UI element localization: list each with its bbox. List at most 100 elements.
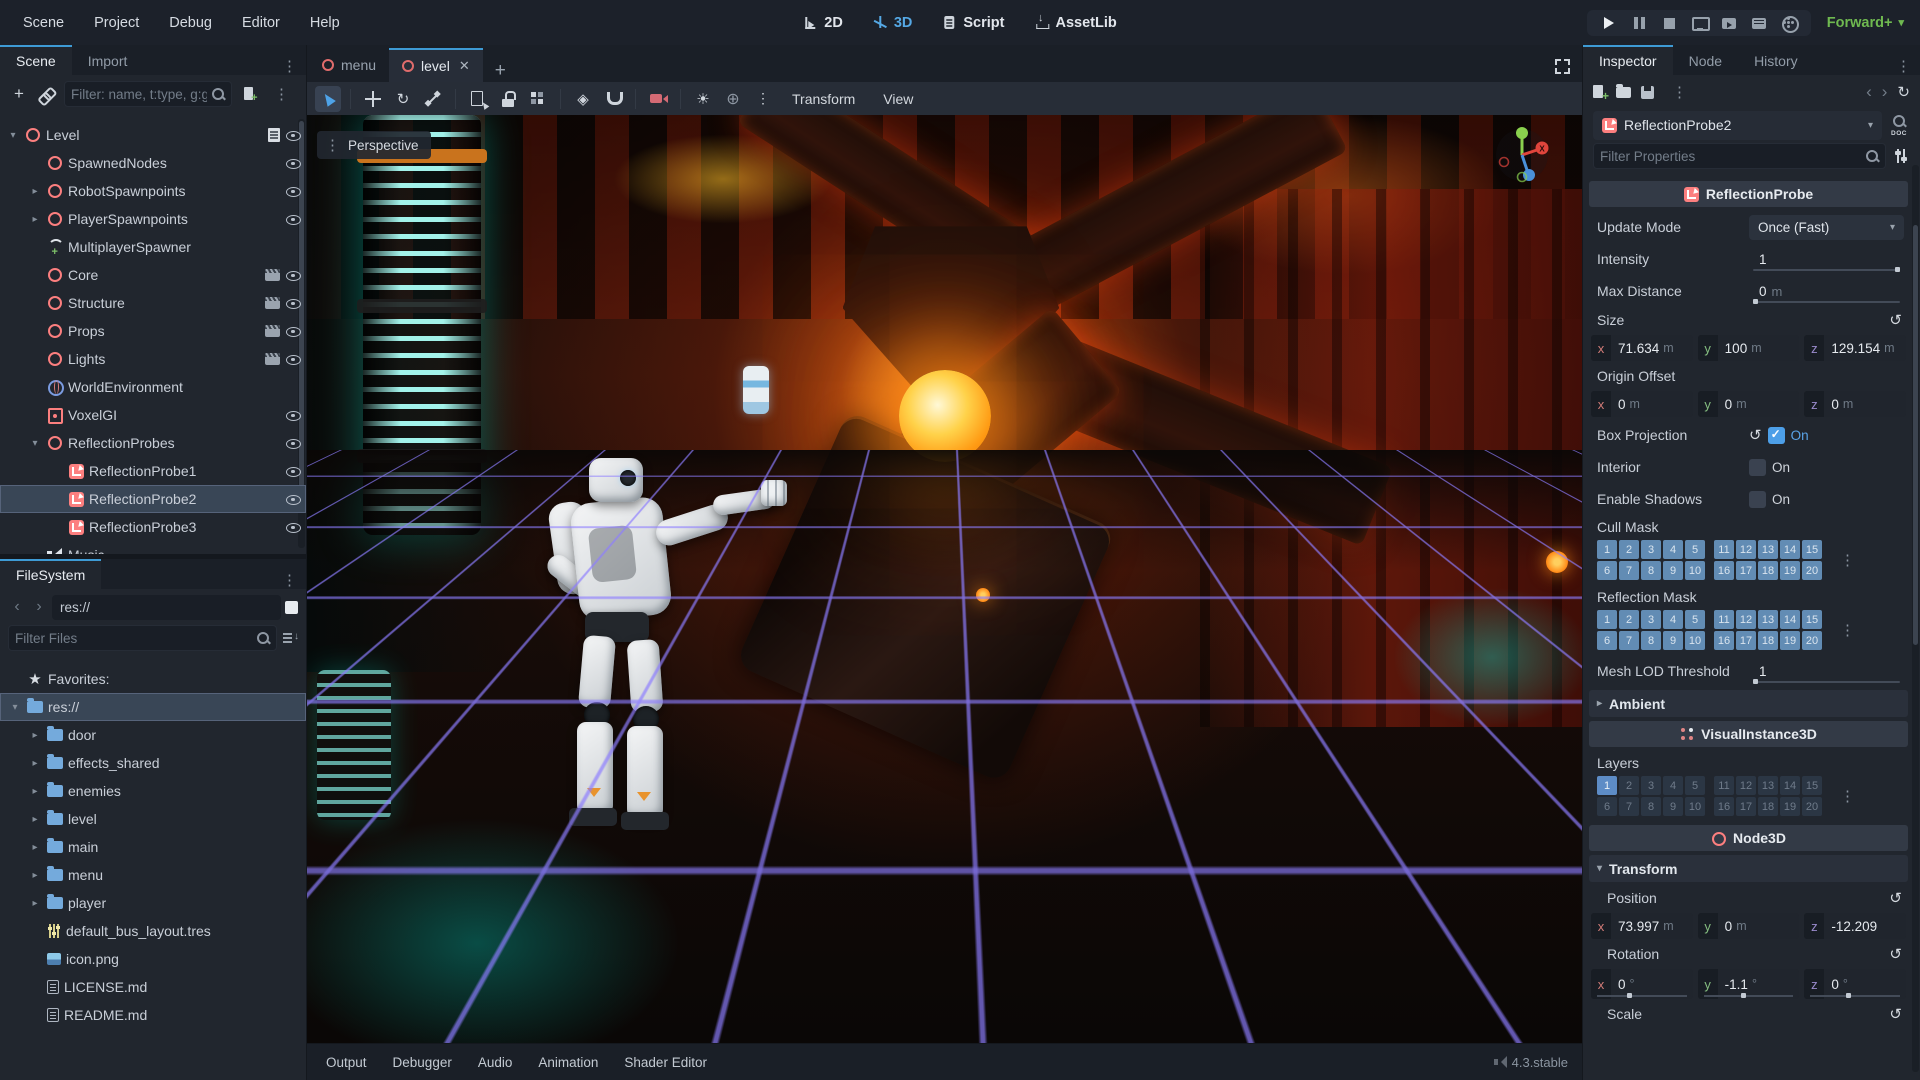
mesh-lod-field[interactable]: 1 [1749,658,1904,685]
layer-cell-1[interactable]: 1 [1597,776,1617,795]
movie-maker-icon[interactable] [1781,15,1799,33]
layer-cell-1[interactable]: 1 [1597,610,1617,629]
tab-animation[interactable]: Animation [527,1050,609,1075]
visibility-eye-icon[interactable] [285,435,302,451]
forward-icon[interactable]: › [30,598,48,616]
history-forward-icon[interactable]: › [1882,82,1888,102]
layer-cell-15[interactable]: 15 [1802,610,1822,629]
filesystem-item-readme-md[interactable]: README.md [0,1001,306,1029]
layer-cell-3[interactable]: 3 [1641,776,1661,795]
switch-2d[interactable]: 2D [793,11,853,35]
filesystem-item-door[interactable]: ▸ door [0,721,306,749]
scene-tree-node-level[interactable]: ▾ Level [0,121,306,149]
layer-cell-2[interactable]: 2 [1619,610,1639,629]
viewport-menu-view[interactable]: View [871,91,925,107]
layer-cell-3[interactable]: 3 [1641,610,1661,629]
environment-icon[interactable]: ⊕ [720,86,746,112]
scene-filter-input[interactable] [71,86,207,102]
scene-tree-node-worldenvironment[interactable]: WorldEnvironment [0,373,306,401]
layer-cell-16[interactable]: 16 [1714,561,1734,580]
camera-preview-icon[interactable] [645,86,671,112]
expand-arrow-icon[interactable]: ▸ [28,870,42,881]
sort-icon[interactable] [283,631,299,645]
rotation-x-field[interactable]: x 0 ° [1591,969,1693,999]
filesystem-item-favorites-[interactable]: ★ Favorites: [0,665,306,693]
origin-y-field[interactable]: y0m [1697,391,1800,417]
layer-cell-10[interactable]: 10 [1685,797,1705,816]
layer-cell-14[interactable]: 14 [1780,610,1800,629]
tab-filesystem[interactable]: FileSystem [0,559,102,589]
play-custom-scene-icon[interactable] [1751,16,1767,30]
layer-cell-9[interactable]: 9 [1663,797,1683,816]
layer-cell-15[interactable]: 15 [1802,540,1822,559]
interior-checkbox[interactable] [1749,458,1766,476]
add-node-button[interactable]: + [8,83,30,105]
filesystem-item-menu[interactable]: ▸ menu [0,861,306,889]
local-space-icon[interactable]: ◈ [570,86,596,112]
inspector-scrollbar[interactable] [1912,165,1919,1072]
close-icon[interactable]: ✕ [459,58,470,74]
category-transform[interactable]: ▾ Transform [1589,855,1908,882]
scene-tab-level[interactable]: level ✕ [389,48,483,82]
layer-cell-9[interactable]: 9 [1663,631,1683,650]
layer-cell-11[interactable]: 11 [1714,610,1734,629]
visibility-eye-icon[interactable] [285,519,302,535]
layer-cell-19[interactable]: 19 [1780,797,1800,816]
filesystem-item-player[interactable]: ▸ player [0,889,306,917]
expand-arrow-icon[interactable]: ▸ [28,186,42,197]
switch-assetlib[interactable]: AssetLib [1024,11,1126,35]
section-reflectionprobe[interactable]: ReflectionProbe [1589,181,1908,207]
node-selector[interactable]: ReflectionProbe2 ▾ [1593,110,1882,140]
load-resource-icon[interactable] [1616,83,1631,98]
collapse-arrow-icon[interactable]: ▾ [28,438,42,449]
split-mode-icon[interactable] [285,600,298,614]
slider-handle[interactable] [1753,299,1758,304]
layer-cell-19[interactable]: 19 [1780,631,1800,650]
visibility-eye-icon[interactable] [285,351,302,367]
back-icon[interactable]: ‹ [8,598,26,616]
view-axis-gizmo[interactable]: X [1490,123,1554,187]
instance-scene-button[interactable] [36,83,58,105]
file-filter-input[interactable] [15,630,252,646]
visibility-eye-icon[interactable] [285,211,302,227]
visibility-eye-icon[interactable] [285,183,302,199]
layer-cell-13[interactable]: 13 [1758,776,1778,795]
snap-icon[interactable] [600,86,626,112]
history-back-icon[interactable]: ‹ [1866,82,1872,102]
layer-cell-12[interactable]: 12 [1736,776,1756,795]
more-options-icon[interactable]: ⋮ [274,57,306,75]
scene-tree-node-lights[interactable]: Lights [0,345,306,373]
layer-cell-6[interactable]: 6 [1597,561,1617,580]
collapse-arrow-icon[interactable]: ▾ [6,130,20,141]
group-icon[interactable] [525,86,551,112]
menu-editor[interactable]: Editor [231,10,291,36]
play-icon[interactable] [1601,16,1617,30]
scene-tree-node-reflectionprobes[interactable]: ▾ ReflectionProbes [0,429,306,457]
section-visualinstance3d[interactable]: VisualInstance3D [1589,721,1908,747]
more-options-icon[interactable]: ⋮ [1832,621,1864,639]
tab-output[interactable]: Output [315,1050,378,1075]
layer-cell-13[interactable]: 13 [1758,540,1778,559]
rotation-z-field[interactable]: z 0 ° [1804,969,1907,999]
more-options-icon[interactable]: ⋮ [750,86,776,112]
more-options-icon[interactable]: ⋮ [1664,83,1696,101]
layer-cell-1[interactable]: 1 [1597,540,1617,559]
layer-cell-8[interactable]: 8 [1641,797,1661,816]
tab-node[interactable]: Node [1673,47,1738,75]
extra-settings-icon[interactable] [1894,148,1910,164]
layer-cell-4[interactable]: 4 [1663,540,1683,559]
revert-icon[interactable]: ↺ [1749,426,1762,444]
property-filter-input[interactable] [1600,148,1861,164]
scene-tree-node-multiplayerspawner[interactable]: MultiplayerSpawner [0,233,306,261]
layer-cell-20[interactable]: 20 [1802,561,1822,580]
layer-cell-13[interactable]: 13 [1758,610,1778,629]
instance-icon[interactable] [265,353,280,365]
visibility-eye-icon[interactable] [285,267,302,283]
scene-tree-node-reflectionprobe1[interactable]: ReflectionProbe1 [0,457,306,485]
tab-scene[interactable]: Scene [0,45,72,75]
layer-cell-2[interactable]: 2 [1619,540,1639,559]
scene-tree-node-structure[interactable]: Structure [0,289,306,317]
layer-cell-7[interactable]: 7 [1619,797,1639,816]
play-scene-icon[interactable] [1721,16,1737,30]
visibility-eye-icon[interactable] [285,155,302,171]
